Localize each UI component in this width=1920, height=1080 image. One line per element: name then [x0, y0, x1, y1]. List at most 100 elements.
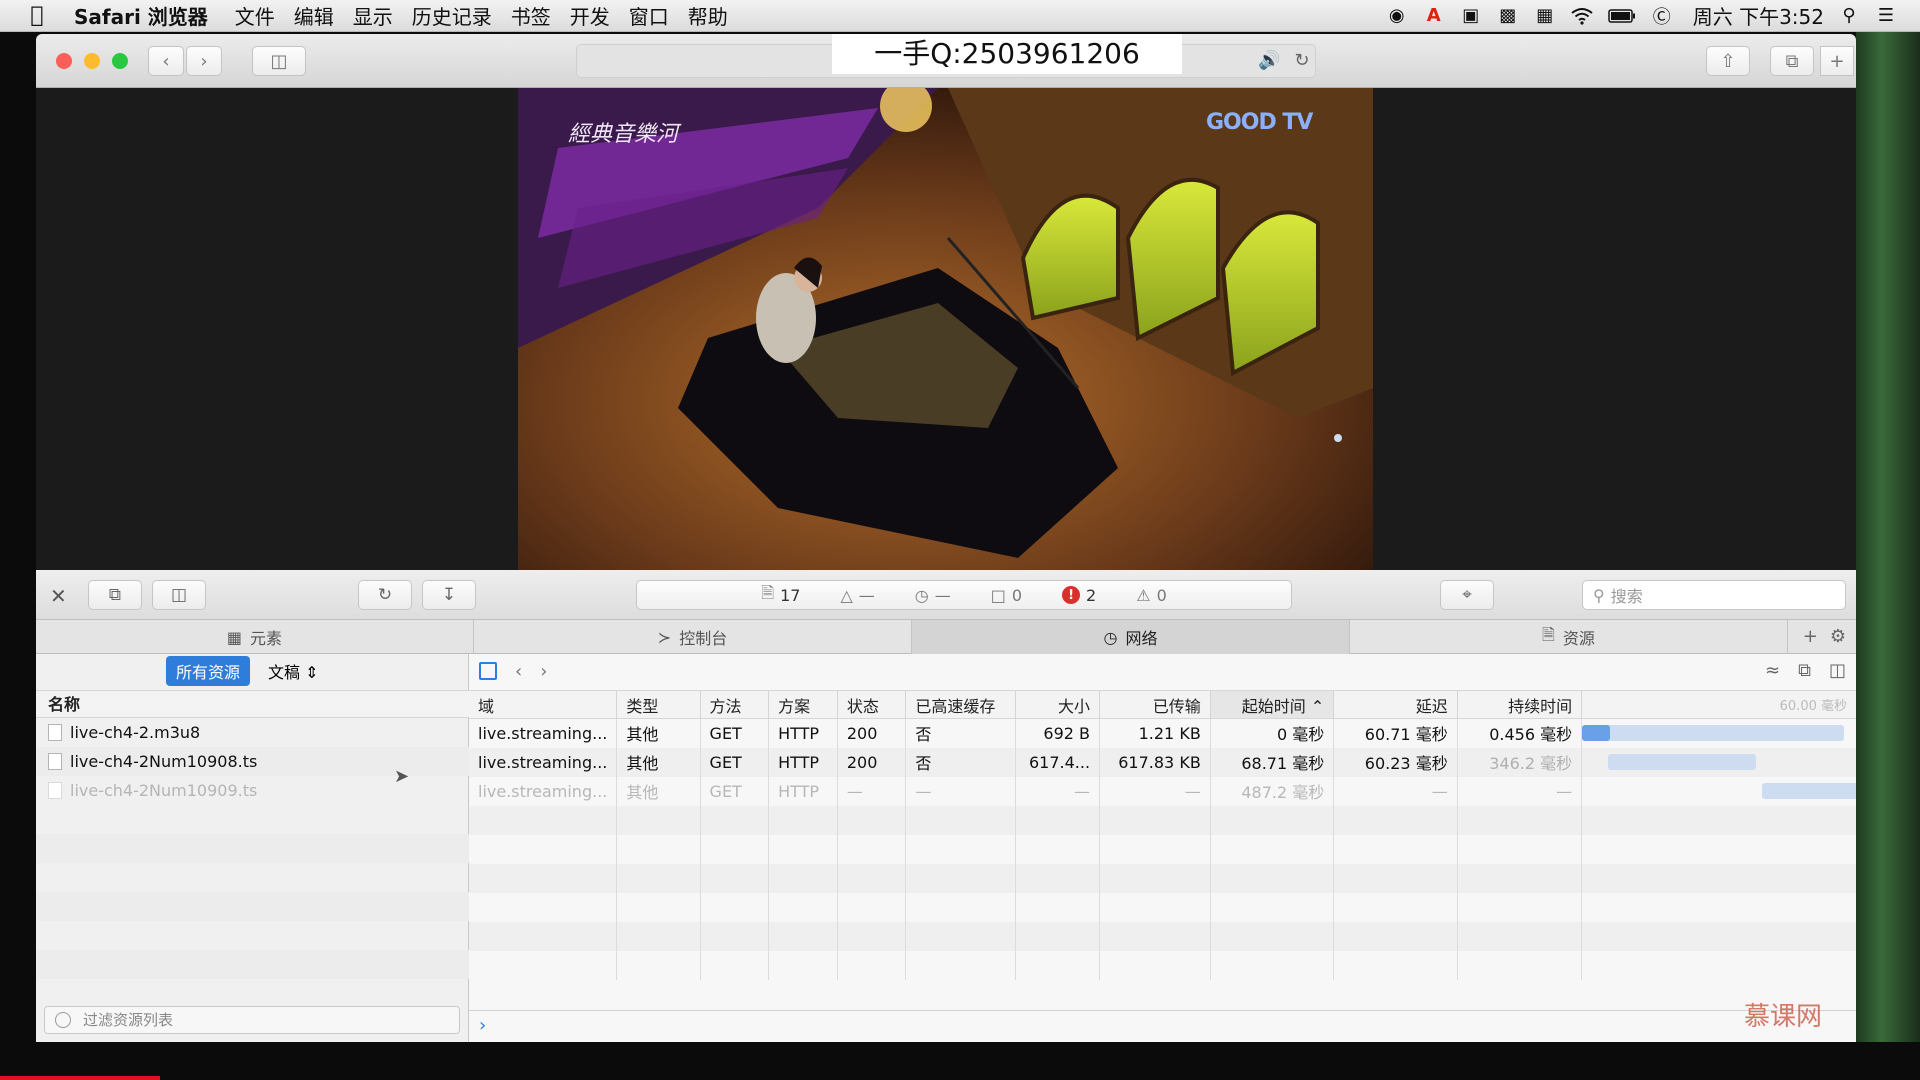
empty-row: [36, 892, 469, 921]
menu-history[interactable]: 历史记录: [412, 1, 511, 30]
app-s-icon[interactable]: Ⓒ: [1650, 5, 1674, 28]
resource-item[interactable]: live-ch4-2.m3u8: [36, 718, 469, 747]
clipboard-icon[interactable]: ▩: [1496, 5, 1520, 27]
toggle-details-icon[interactable]: ◫: [1829, 660, 1846, 681]
settings-gear-icon[interactable]: ⚙: [1830, 626, 1846, 647]
col-latency[interactable]: 延迟: [1333, 690, 1458, 719]
dock-side-button[interactable]: ◫: [152, 580, 206, 610]
dashboard-warnings[interactable]: ⚠ 0: [1136, 586, 1167, 605]
video-player[interactable]: 經典音樂河 GOOD TV: [518, 88, 1373, 570]
col-scheme[interactable]: 方案: [768, 690, 838, 719]
audio-playing-icon[interactable]: 🔊: [1258, 50, 1280, 71]
cell-type: 其他: [616, 776, 701, 806]
menu-develop[interactable]: 开发: [570, 1, 629, 30]
col-start-time[interactable]: 起始时间 ⌃: [1210, 690, 1335, 719]
filter-documents[interactable]: 文稿 ⇕: [268, 659, 319, 683]
cell-status: 200: [837, 718, 907, 748]
detach-window-button[interactable]: ⧉: [88, 580, 142, 610]
col-size[interactable]: 大小: [1015, 690, 1101, 719]
cell-cached: —: [905, 776, 1017, 806]
col-status[interactable]: 状态: [837, 690, 907, 719]
new-tab-button[interactable]: +: [1820, 46, 1854, 76]
table-row[interactable]: live.streaming... 其他 GET HTTP — — — — 48…: [469, 776, 1856, 806]
col-cached[interactable]: 已高速缓存: [905, 690, 1017, 719]
table-row[interactable]: live.streaming... 其他 GET HTTP 200 否 617.…: [469, 747, 1856, 777]
col-method[interactable]: 方法: [700, 690, 770, 719]
col-transferred[interactable]: 已传输: [1099, 690, 1211, 719]
evernote-icon[interactable]: ▣: [1459, 5, 1483, 27]
inspector-search[interactable]: ⚲ 搜索: [1582, 580, 1846, 610]
network-table-pane: ‹ › ≈ ⧉ ◫ 域 类型 方法 方案 状态 已高速缓存 大小 已传输 起始时…: [469, 654, 1856, 1042]
col-type[interactable]: 类型: [616, 690, 701, 719]
address-bar-icons: 🔊 ↻: [1258, 50, 1310, 71]
clear-cache-icon[interactable]: ≈: [1765, 660, 1780, 681]
wifi-icon[interactable]: [1570, 5, 1594, 27]
menu-app-name[interactable]: Safari 浏览器: [74, 1, 235, 30]
dashboard-size[interactable]: △ —: [840, 586, 874, 605]
menu-view[interactable]: 显示: [353, 1, 412, 30]
cell-start-time: 68.71 毫秒: [1210, 747, 1335, 777]
warning-icon: ⚠: [1136, 585, 1151, 605]
cell-transferred: 1.21 KB: [1099, 718, 1211, 748]
acrobat-icon[interactable]: A: [1422, 5, 1446, 27]
file-icon: [48, 724, 62, 741]
tabs-overview-button[interactable]: ⧉: [1770, 46, 1814, 76]
list-header-name[interactable]: 名称: [36, 690, 469, 718]
weight-icon: △: [840, 585, 853, 605]
sidebar-toggle-button[interactable]: ◫: [252, 46, 306, 76]
add-tab-icon[interactable]: +: [1803, 626, 1818, 647]
table-row[interactable]: live.streaming... 其他 GET HTTP 200 否 692 …: [469, 718, 1856, 748]
menu-file[interactable]: 文件: [235, 1, 294, 30]
battery-icon[interactable]: [1607, 5, 1637, 27]
tab-elements[interactable]: ▦ 元素: [36, 620, 474, 654]
dashboard-resources[interactable]: 🗎 17: [761, 582, 800, 609]
input-method-icon[interactable]: ▦: [1533, 5, 1557, 27]
apple-menu-icon[interactable]: : [0, 3, 74, 28]
cell-method: GET: [700, 747, 770, 777]
cell-scheme: HTTP: [768, 747, 838, 777]
notification-center-icon[interactable]: ☰: [1874, 5, 1898, 27]
spotlight-search-icon[interactable]: ⚲: [1837, 5, 1861, 27]
show-sidebar-icon[interactable]: [479, 662, 497, 680]
window-minimize-button[interactable]: [84, 53, 100, 69]
inspect-element-button[interactable]: ⌖: [1440, 580, 1494, 610]
web-page: 經典音樂河 GOOD TV: [36, 88, 1856, 570]
menu-help[interactable]: 帮助: [688, 1, 747, 30]
window-close-button[interactable]: [56, 53, 72, 69]
col-timeline[interactable]: 60.00 毫秒: [1581, 690, 1856, 719]
clear-log-icon[interactable]: ⧉: [1798, 660, 1811, 681]
tab-console[interactable]: ≻ 控制台: [474, 620, 912, 654]
web-inspector: ✕ ⧉ ◫ ↻ ↧ 🗎 17 △ — ◷ — □ 0 ! 2 ⚠ 0 ⌖ ⚲ 搜索 ▦ 元素 …: [36, 570, 1856, 1042]
dashboard-errors[interactable]: ! 2: [1062, 586, 1096, 605]
tab-resources[interactable]: 🗎 资源: [1350, 620, 1788, 654]
back-button[interactable]: ‹: [148, 46, 184, 76]
inspector-toolbar: ✕ ⧉ ◫ ↻ ↧ 🗎 17 △ — ◷ — □ 0 ! 2 ⚠ 0 ⌖ ⚲ 搜索: [36, 570, 1856, 620]
filter-all-resources[interactable]: 所有资源: [166, 656, 251, 686]
dashboard[interactable]: 🗎 17 △ — ◷ — □ 0 ! 2 ⚠ 0: [636, 580, 1292, 610]
record-icon[interactable]: ◉: [1385, 5, 1409, 27]
cell-size: —: [1015, 776, 1101, 806]
close-inspector-icon[interactable]: ✕: [50, 584, 67, 608]
dashboard-logs[interactable]: □ 0: [991, 586, 1022, 605]
menu-window[interactable]: 窗口: [629, 1, 688, 30]
tab-network[interactable]: ◷ 网络: [912, 620, 1350, 654]
console-prompt[interactable]: ›: [469, 1010, 1856, 1042]
cell-timeline: [1581, 747, 1856, 777]
window-zoom-button[interactable]: [112, 53, 128, 69]
cell-method: GET: [700, 718, 770, 748]
nav-forward-icon[interactable]: ›: [540, 661, 547, 682]
filter-resource-list-input[interactable]: 过滤资源列表: [44, 1006, 460, 1034]
forward-button[interactable]: ›: [186, 46, 222, 76]
col-duration[interactable]: 持续时间: [1457, 690, 1583, 719]
menu-bookmarks[interactable]: 书签: [511, 1, 570, 30]
dashboard-time[interactable]: ◷ —: [915, 586, 951, 605]
menu-edit[interactable]: 编辑: [294, 1, 353, 30]
show-logo: 經典音樂河: [568, 122, 679, 147]
download-archive-button[interactable]: ↧: [422, 580, 476, 610]
reload-icon[interactable]: ↻: [1294, 50, 1309, 71]
share-button[interactable]: ⇧: [1706, 46, 1750, 76]
nav-back-icon[interactable]: ‹: [515, 661, 522, 682]
menubar-clock[interactable]: 周六 下午3:52: [1693, 1, 1824, 30]
col-domain[interactable]: 域: [469, 690, 618, 719]
reload-page-button[interactable]: ↻: [358, 580, 412, 610]
